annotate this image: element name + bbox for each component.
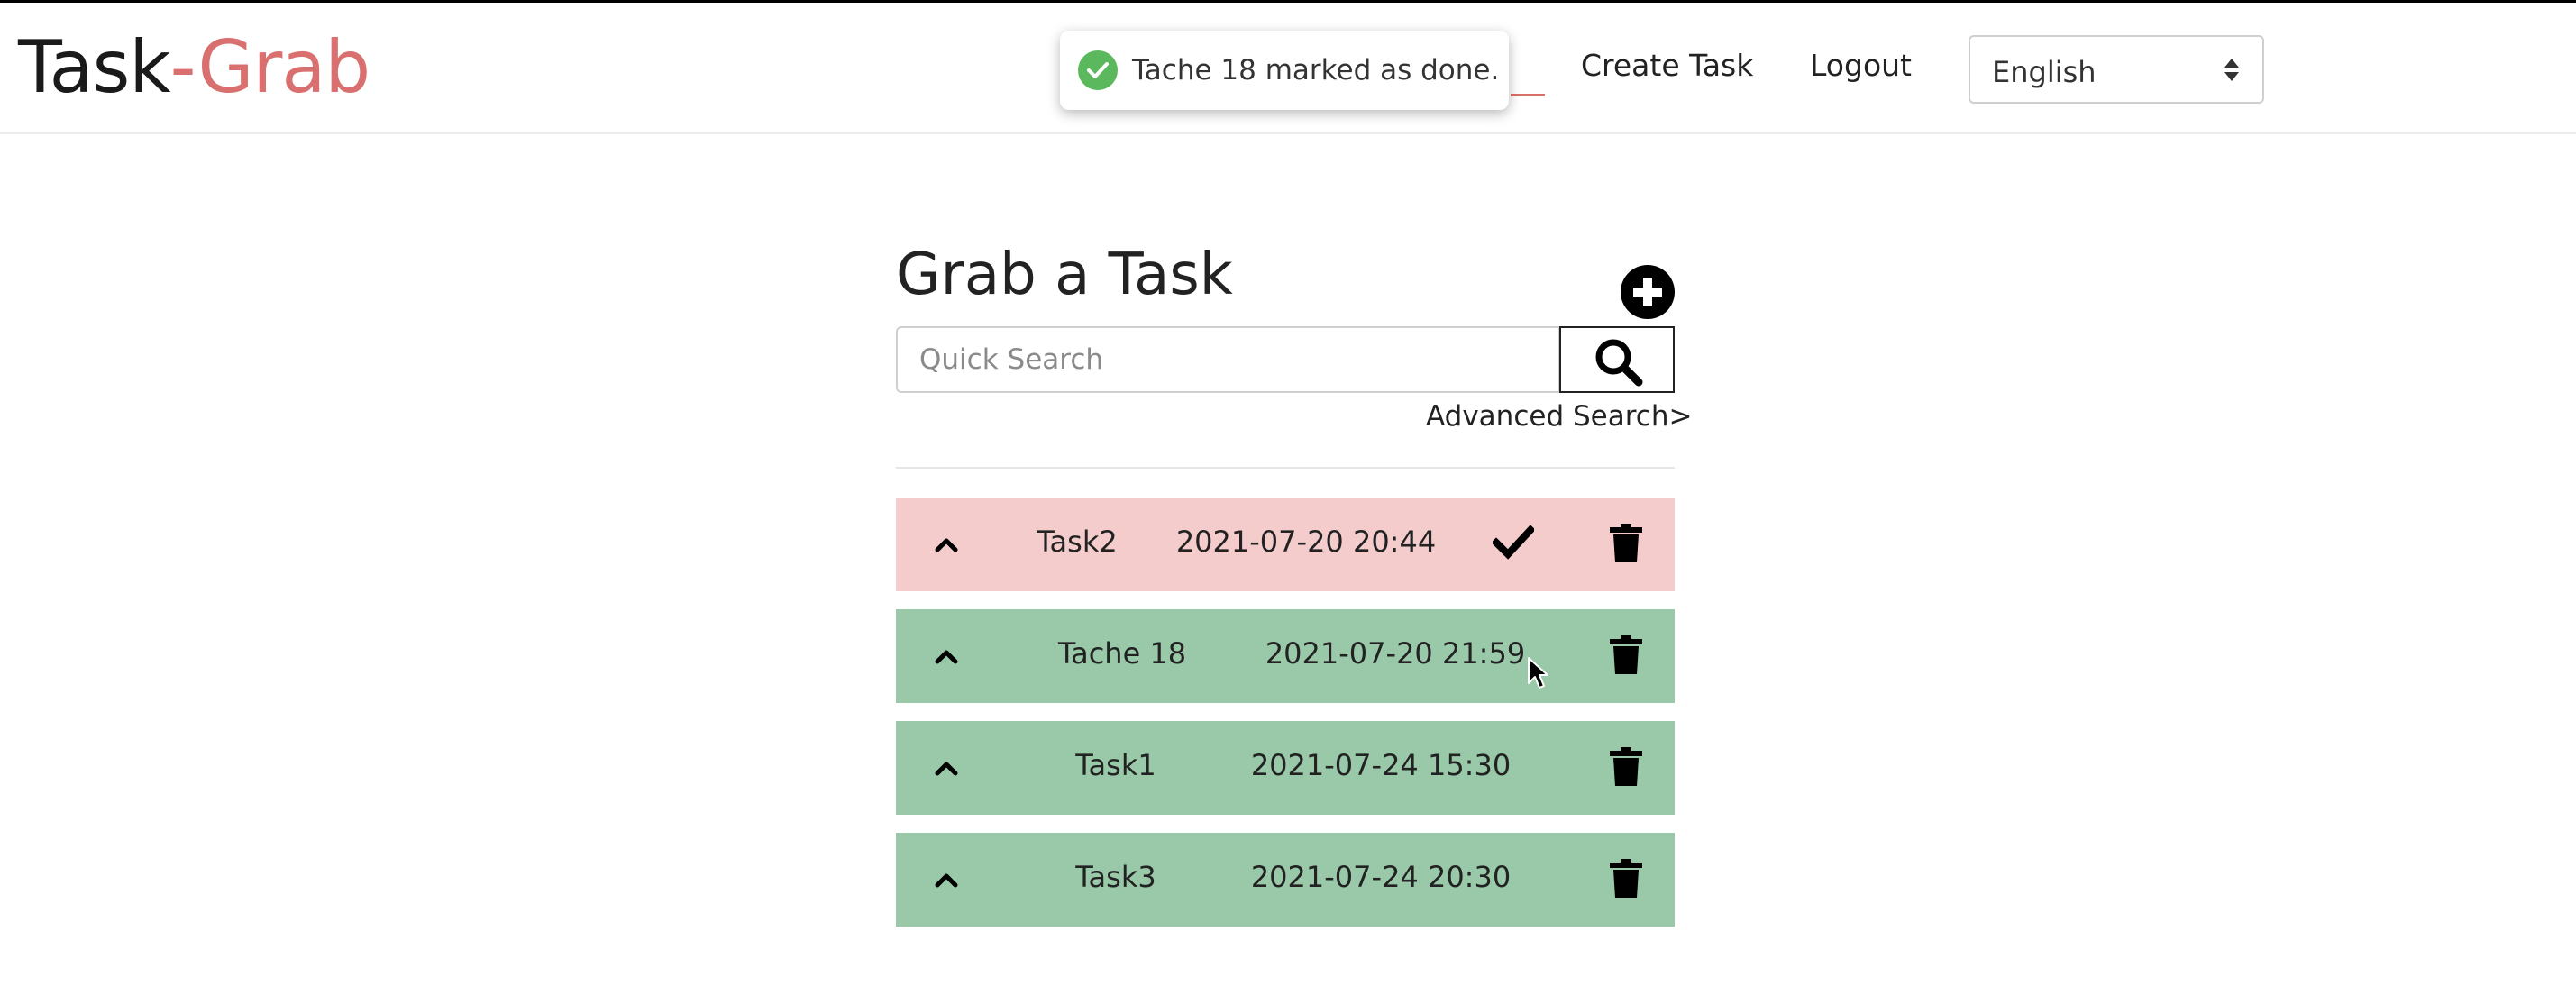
check-circle-icon: [1078, 50, 1118, 90]
chevron-up-icon[interactable]: [928, 865, 964, 894]
chevron-up-icon[interactable]: [928, 642, 964, 671]
language-select-value: English: [1992, 55, 2096, 89]
search-icon: [1595, 339, 1643, 387]
trash-icon[interactable]: [1608, 858, 1644, 899]
add-task-button[interactable]: [1621, 265, 1675, 319]
check-icon[interactable]: [1493, 525, 1534, 561]
trash-icon[interactable]: [1608, 523, 1644, 564]
brand-part-2: -Grab: [169, 25, 370, 109]
nav-create-task[interactable]: Create Task: [1581, 48, 1753, 83]
active-nav-underline: [1511, 94, 1545, 96]
task-name: Task2: [1037, 525, 1118, 559]
task-row[interactable]: Task3 2021-07-24 20:30: [896, 833, 1675, 927]
task-date: 2021-07-24 20:30: [1250, 860, 1512, 894]
nav-logout[interactable]: Logout: [1810, 48, 1912, 83]
mouse-cursor-icon: [1528, 657, 1548, 689]
trash-icon[interactable]: [1608, 635, 1644, 676]
language-select[interactable]: English: [1969, 35, 2264, 104]
task-name: Tache 18: [1057, 636, 1187, 671]
chevron-up-icon[interactable]: [928, 753, 964, 782]
page-title: Grab a Task: [896, 242, 1233, 308]
task-date: 2021-07-20 20:44: [1175, 525, 1437, 559]
task-row[interactable]: Task2 2021-07-20 20:44: [896, 498, 1675, 591]
toast-message: Tache 18 marked as done.: [1132, 54, 1500, 87]
task-date: 2021-07-24 15:30: [1250, 748, 1512, 782]
advanced-search-link[interactable]: Advanced Search>: [1426, 400, 1692, 433]
trash-icon[interactable]: [1608, 746, 1644, 788]
task-date: 2021-07-20 21:59: [1265, 636, 1526, 671]
task-row[interactable]: Task1 2021-07-24 15:30: [896, 721, 1675, 815]
brand-logo[interactable]: Task-Grab: [18, 23, 370, 113]
task-name: Task3: [1075, 860, 1156, 894]
quick-search-input[interactable]: [896, 326, 1560, 393]
search-button[interactable]: [1559, 326, 1675, 393]
brand-part-1: Task: [18, 25, 171, 109]
select-arrows-icon: [2224, 57, 2239, 84]
divider: [896, 467, 1675, 469]
task-row[interactable]: Tache 18 2021-07-20 21:59: [896, 609, 1675, 703]
task-name: Task1: [1075, 748, 1156, 782]
chevron-up-icon[interactable]: [928, 530, 964, 559]
success-toast[interactable]: Tache 18 marked as done.: [1060, 31, 1509, 110]
